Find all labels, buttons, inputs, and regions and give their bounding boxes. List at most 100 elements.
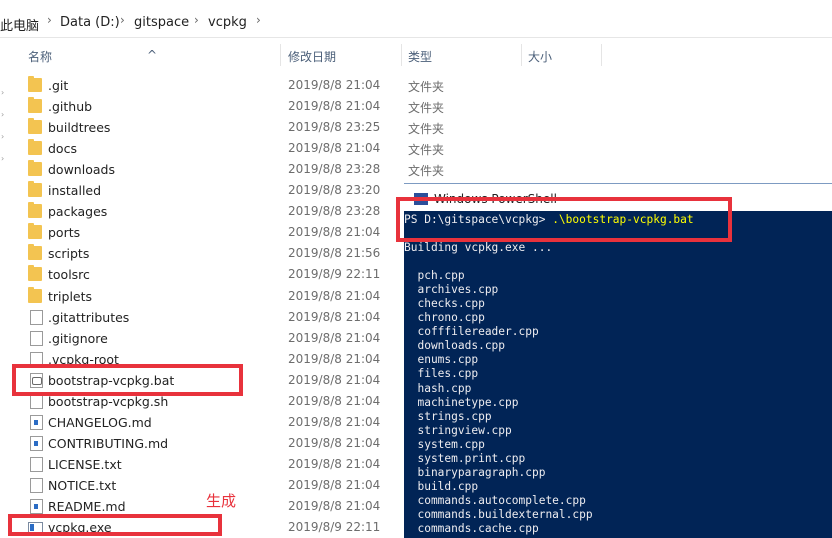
file-modified-date: 2019/8/8 21:04	[288, 330, 381, 345]
generated-annotation: 生成	[206, 492, 237, 510]
console-output-line: Building vcpkg.exe ...	[404, 241, 553, 254]
exe-highlight-box	[8, 514, 222, 536]
powershell-console[interactable]: PS D:\gitspace\vcpkg> .\bootstrap-vcpkg.…	[404, 211, 832, 538]
file-type: 文件夹	[408, 122, 445, 137]
folder-icon	[28, 139, 42, 156]
file-row[interactable]: .git 2019/8/8 21:04 文件夹	[22, 75, 832, 96]
md-file-icon	[30, 414, 43, 430]
file-icon	[30, 456, 43, 472]
console-output-line: hash.cpp	[404, 381, 472, 395]
sort-ascending-icon: ^	[147, 48, 158, 62]
file-modified-date: 2019/8/8 21:04	[288, 372, 381, 387]
chevron-right-icon[interactable]: ›	[1, 88, 4, 97]
file-name[interactable]: NOTICE.txt	[48, 478, 116, 493]
column-divider[interactable]	[401, 44, 402, 66]
folder-icon	[28, 244, 42, 261]
column-size-header[interactable]: 大小	[528, 48, 552, 65]
file-name[interactable]: README.md	[48, 499, 126, 514]
file-modified-date: 2019/8/8 23:25	[288, 120, 381, 135]
folder-icon	[28, 181, 42, 198]
file-name[interactable]: .gitattributes	[48, 310, 129, 325]
breadcrumb[interactable]: 此电脑 › Data (D:) › gitspace › vcpkg ›	[0, 9, 832, 38]
md-file-icon	[30, 435, 43, 451]
console-output-line: archives.cpp	[404, 283, 499, 297]
file-modified-date: 2019/8/8 21:04	[288, 499, 381, 513]
column-type-header[interactable]: 类型	[408, 48, 432, 65]
column-divider[interactable]	[280, 44, 281, 66]
file-modified-date: 2019/8/8 21:04	[288, 456, 381, 471]
chevron-right-icon[interactable]: ›	[256, 13, 261, 27]
file-row[interactable]: docs 2019/8/8 21:04 文件夹	[22, 138, 832, 159]
file-name[interactable]: docs	[48, 141, 77, 156]
file-name[interactable]: .gitignore	[48, 331, 108, 346]
file-modified-date: 2019/8/8 21:04	[288, 414, 381, 429]
file-name[interactable]: .git	[48, 78, 68, 93]
file-modified-date: 2019/8/8 21:56	[288, 246, 381, 261]
navigation-pane-edge: › › › ›	[0, 66, 10, 538]
file-name[interactable]: ports	[48, 225, 80, 240]
console-output-line: chrono.cpp	[404, 311, 485, 325]
column-divider[interactable]	[601, 44, 602, 66]
file-icon	[30, 393, 43, 409]
folder-icon	[28, 223, 42, 240]
file-row[interactable]: downloads 2019/8/8 23:28 文件夹	[22, 159, 832, 180]
file-name[interactable]: CHANGELOG.md	[48, 415, 152, 430]
console-output-line: system.print.cpp	[404, 451, 526, 465]
chevron-right-icon[interactable]: ›	[47, 13, 52, 27]
file-name[interactable]: toolsrc	[48, 267, 90, 282]
console-output-line: files.cpp	[404, 367, 479, 381]
breadcrumb-this-pc[interactable]: 此电脑	[0, 15, 39, 34]
folder-icon	[28, 160, 42, 177]
file-modified-date: 2019/8/8 21:04	[288, 141, 381, 156]
breadcrumb-gitspace[interactable]: gitspace	[134, 15, 189, 30]
chevron-right-icon[interactable]: ›	[194, 13, 199, 27]
file-type: 文件夹	[408, 80, 445, 94]
file-icon	[30, 477, 43, 493]
file-name[interactable]: scripts	[48, 246, 89, 261]
folder-icon	[28, 76, 42, 92]
file-name[interactable]: packages	[48, 204, 107, 219]
console-output-line: commands.buildexternal.cpp	[404, 507, 593, 521]
column-header-row: ^ 名称 修改日期 类型 大小	[0, 44, 832, 66]
column-divider[interactable]	[521, 44, 522, 66]
file-name[interactable]: downloads	[48, 162, 115, 177]
chevron-right-icon[interactable]: ›	[1, 110, 4, 119]
console-output-line: commands.autocomplete.cpp	[404, 493, 586, 507]
file-modified-date: 2019/8/8 23:28	[288, 204, 381, 219]
file-modified-date: 2019/8/8 21:04	[288, 288, 381, 303]
column-modified-header[interactable]: 修改日期	[288, 48, 336, 65]
chevron-right-icon[interactable]: ›	[1, 154, 4, 163]
file-icon	[30, 330, 43, 346]
file-modified-date: 2019/8/8 21:04	[288, 78, 381, 92]
file-name[interactable]: installed	[48, 183, 101, 198]
console-output-line: binaryparagraph.cpp	[404, 465, 546, 479]
file-row[interactable]: .github 2019/8/8 21:04 文件夹	[22, 96, 832, 117]
console-output-line: pch.cpp	[404, 269, 465, 283]
md-file-icon	[30, 499, 43, 514]
file-name[interactable]: triplets	[48, 289, 92, 304]
breadcrumb-vcpkg[interactable]: vcpkg	[208, 15, 247, 30]
file-modified-date: 2019/8/9 22:11	[288, 520, 381, 535]
folder-icon	[28, 286, 42, 303]
file-modified-date: 2019/8/8 21:04	[288, 393, 381, 408]
console-output-line: strings.cpp	[404, 409, 492, 423]
file-name[interactable]: .github	[48, 99, 92, 114]
file-name[interactable]: buildtrees	[48, 120, 110, 135]
file-modified-date: 2019/8/8 23:28	[288, 162, 381, 177]
folder-icon	[28, 97, 42, 114]
file-name[interactable]: bootstrap-vcpkg.sh	[48, 394, 168, 409]
column-name-header[interactable]: 名称	[28, 48, 52, 65]
breadcrumb-drive[interactable]: Data (D:)	[60, 15, 120, 30]
file-row[interactable]: buildtrees 2019/8/8 23:25 文件夹	[22, 117, 832, 138]
file-type: 文件夹	[408, 101, 445, 116]
file-type: 文件夹	[408, 164, 445, 179]
file-name[interactable]: CONTRIBUTING.md	[48, 436, 168, 451]
file-name[interactable]: LICENSE.txt	[48, 457, 122, 472]
chevron-right-icon[interactable]: ›	[1, 132, 4, 141]
console-output-line: system.cpp	[404, 437, 485, 451]
chevron-right-icon[interactable]: ›	[120, 13, 125, 27]
file-modified-date: 2019/8/8 21:04	[288, 225, 381, 240]
console-output-line: enums.cpp	[404, 353, 479, 367]
console-output-line: checks.cpp	[404, 297, 485, 311]
console-output-line: cofffilereader.cpp	[404, 325, 539, 339]
